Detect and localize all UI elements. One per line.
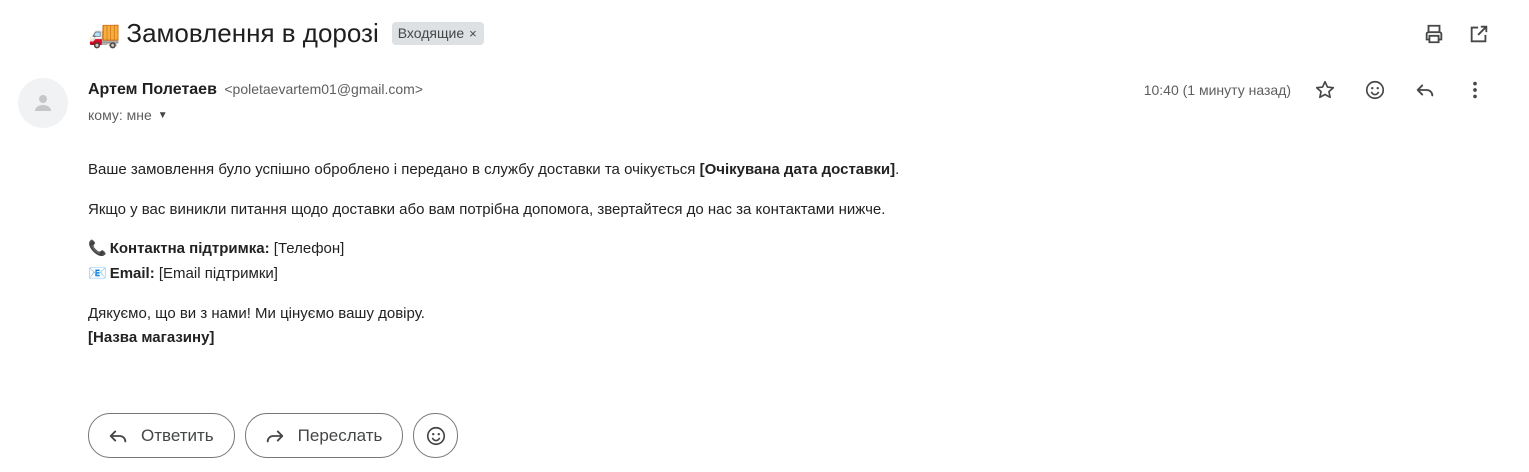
person-icon	[35, 95, 51, 111]
inbox-label-text: Входящие	[397, 25, 465, 41]
sender-email: <poletaevartem01@gmail.com>	[224, 81, 424, 97]
store-name: [Назва магазину]	[88, 329, 215, 346]
support-value: [Телефон]	[269, 240, 345, 257]
show-details-chevron-icon[interactable]: ▼	[158, 110, 168, 121]
bottom-actions: Ответить Переслать	[88, 413, 459, 458]
emoji-icon	[426, 426, 445, 445]
body-paragraph-1: Ваше замовлення було успішно оброблено і…	[88, 161, 900, 178]
forward-icon	[266, 430, 283, 442]
email-line: 📧 Email: [Email підтримки]	[88, 262, 278, 286]
reply-icon[interactable]	[1413, 78, 1437, 102]
subject-row: 🚚 Замовлення в дорозі Входящие ×	[88, 18, 484, 49]
avatar[interactable]	[18, 78, 68, 128]
inbox-label-chip[interactable]: Входящие ×	[391, 22, 484, 45]
emoji-icon[interactable]	[1363, 78, 1387, 102]
support-line: 📞 Контактна підтримка: [Телефон]	[88, 237, 344, 261]
sender-line: Артем Полетаев <poletaevartem01@gmail.co…	[88, 81, 423, 99]
forward-button-label: Переслать	[297, 425, 383, 445]
reply-icon	[109, 430, 127, 442]
recipient-line: кому: мне ▼	[88, 107, 168, 123]
message-time: 10:40 (1 минуту назад)	[1143, 82, 1291, 98]
message-meta: 10:40 (1 минуту назад)	[1144, 78, 1487, 102]
star-icon[interactable]	[1313, 78, 1337, 102]
forward-button[interactable]: Переслать	[244, 413, 404, 458]
delivery-date-placeholder: [Очікувана дата доставки]	[699, 161, 896, 178]
reply-button[interactable]: Ответить	[88, 413, 235, 458]
email-value: [Email підтримки]	[154, 265, 278, 282]
body-paragraph-2: Якщо у вас виникли питання щодо доставки…	[88, 201, 886, 218]
sender-name[interactable]: Артем Полетаев	[88, 81, 217, 98]
phone-emoji: 📞	[88, 240, 107, 257]
support-label: Контактна підтримка:	[109, 240, 270, 257]
top-actions	[1422, 22, 1491, 46]
thanks-line: Дякуємо, що ви з нами! Ми цінуємо вашу д…	[88, 305, 425, 322]
print-icon[interactable]	[1422, 22, 1446, 46]
more-vert-icon[interactable]	[1463, 78, 1487, 102]
recipient-text: кому: мне	[88, 107, 152, 123]
reply-button-label: Ответить	[141, 425, 214, 445]
open-in-new-window-icon[interactable]	[1467, 22, 1491, 46]
emoji-reaction-button[interactable]	[413, 413, 459, 458]
remove-label-button[interactable]: ×	[469, 26, 477, 41]
email-emoji: 📧	[88, 265, 107, 282]
truck-emoji: 🚚	[88, 18, 121, 49]
email-label: Email:	[109, 265, 155, 282]
email-subject: Замовлення в дорозі	[126, 18, 379, 48]
